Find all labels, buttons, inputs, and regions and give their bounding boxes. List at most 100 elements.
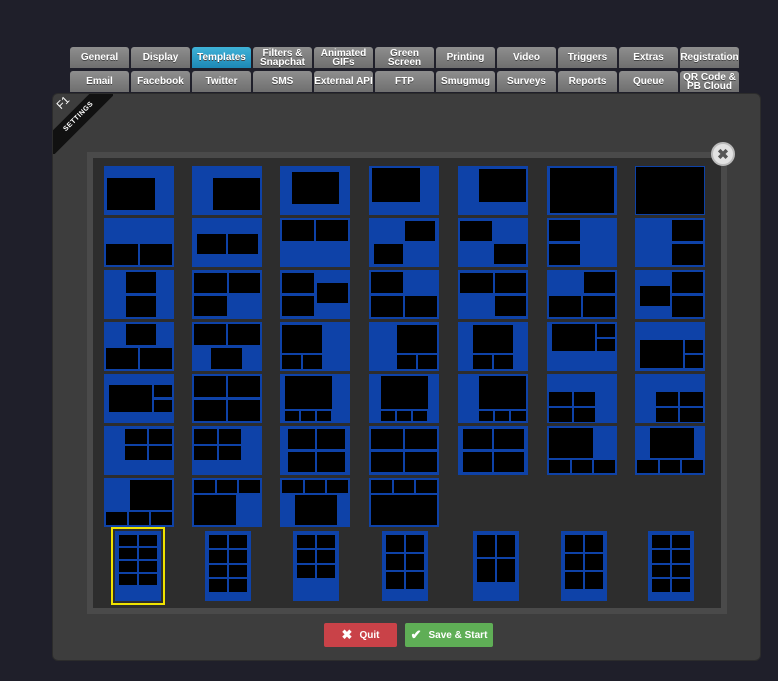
- template-photo-slot: [227, 322, 261, 347]
- tab-printing[interactable]: Printing: [436, 47, 495, 68]
- template-photo-slot: [596, 322, 616, 338]
- template-photo-slot: [302, 353, 324, 370]
- template-photo-slot: [472, 353, 493, 370]
- template-tile[interactable]: [192, 270, 262, 319]
- template-tile[interactable]: [369, 478, 439, 527]
- template-photo-slot: [118, 547, 138, 560]
- template-tile[interactable]: [104, 218, 174, 267]
- template-tile[interactable]: [458, 166, 528, 215]
- template-tile[interactable]: [473, 531, 519, 601]
- template-tile[interactable]: [280, 374, 350, 423]
- template-tile[interactable]: [192, 218, 262, 267]
- tab-surveys[interactable]: Surveys: [497, 71, 556, 92]
- tab-filters-snapchat[interactable]: Filters & Snapchat: [253, 47, 312, 68]
- template-tile[interactable]: [192, 322, 262, 371]
- template-tile[interactable]: [635, 270, 705, 319]
- template-tile[interactable]: [192, 426, 262, 475]
- template-tile[interactable]: [280, 218, 350, 267]
- template-tile[interactable]: [547, 426, 617, 475]
- template-tile[interactable]: [648, 531, 694, 601]
- tab-reports[interactable]: Reports: [558, 71, 617, 92]
- template-photo-slot: [395, 353, 417, 370]
- template-photo-slot: [287, 428, 317, 451]
- template-tile[interactable]: [280, 478, 350, 527]
- tab-green-screen[interactable]: Green Screen: [375, 47, 434, 68]
- tab-templates[interactable]: Templates: [192, 47, 251, 68]
- save-start-button-label: Save & Start: [428, 629, 488, 641]
- template-tile[interactable]: [293, 531, 339, 601]
- template-tile[interactable]: [635, 374, 705, 423]
- close-icon[interactable]: ✖: [711, 142, 735, 166]
- tab-extras[interactable]: Extras: [619, 47, 678, 68]
- tab-triggers[interactable]: Triggers: [558, 47, 617, 68]
- template-tile[interactable]: [104, 374, 174, 423]
- template-tile[interactable]: [192, 478, 262, 527]
- template-tile[interactable]: [369, 374, 439, 423]
- template-tile[interactable]: [104, 166, 174, 215]
- template-photo-slot: [106, 176, 157, 212]
- template-photo-slot: [596, 337, 616, 353]
- template-tile[interactable]: [458, 218, 528, 267]
- template-photo-slot: [671, 548, 691, 564]
- tab-sms[interactable]: SMS: [253, 71, 312, 92]
- template-photo-slot: [671, 534, 691, 549]
- template-tile[interactable]: [369, 166, 439, 215]
- tab-facebook[interactable]: Facebook: [131, 71, 190, 92]
- template-tile[interactable]: [635, 426, 705, 475]
- tab-display[interactable]: Display: [131, 47, 190, 68]
- template-tile[interactable]: [635, 322, 705, 371]
- tab-row-1: General Display Templates Filters & Snap…: [70, 47, 740, 68]
- template-photo-slot: [638, 339, 684, 369]
- tab-general[interactable]: General: [70, 47, 129, 68]
- template-tile[interactable]: [280, 270, 350, 319]
- tab-smugmug[interactable]: Smugmug: [436, 71, 495, 92]
- tab-twitter[interactable]: Twitter: [192, 71, 251, 92]
- template-photo-slot: [494, 272, 527, 295]
- template-tile[interactable]: [458, 426, 528, 475]
- tab-animated-gifs[interactable]: Animated GIFs: [314, 47, 373, 68]
- template-tile[interactable]: [104, 270, 174, 319]
- template-tile[interactable]: [369, 270, 439, 319]
- template-tile[interactable]: [205, 531, 251, 601]
- template-photo-slot: [411, 409, 429, 422]
- template-tile[interactable]: [458, 270, 528, 319]
- template-photo-slot: [370, 428, 404, 451]
- template-tile[interactable]: [635, 218, 705, 267]
- tab-email[interactable]: Email: [70, 71, 129, 92]
- quit-button[interactable]: ✖ Quit: [324, 623, 397, 647]
- template-tile[interactable]: [104, 322, 174, 371]
- template-tile[interactable]: [561, 531, 607, 601]
- save-start-button[interactable]: ✔ Save & Start: [405, 623, 493, 647]
- template-tile[interactable]: [635, 166, 705, 215]
- template-tile[interactable]: [192, 166, 262, 215]
- template-tile-selected[interactable]: [111, 527, 165, 605]
- template-tile[interactable]: [458, 322, 528, 371]
- template-tile[interactable]: [369, 322, 439, 371]
- template-tile[interactable]: [280, 166, 350, 215]
- template-photo-slot: [385, 571, 405, 590]
- template-tile[interactable]: [192, 374, 262, 423]
- tab-external-api[interactable]: External API: [314, 71, 373, 92]
- template-photo-slot: [153, 383, 173, 399]
- template-tile[interactable]: [104, 478, 174, 527]
- template-tile[interactable]: [280, 426, 350, 475]
- template-tile[interactable]: [382, 531, 428, 601]
- template-photo-slot: [138, 573, 158, 586]
- template-tile[interactable]: [280, 322, 350, 371]
- template-photo-slot: [296, 564, 316, 579]
- template-tile[interactable]: [547, 218, 617, 267]
- tab-video[interactable]: Video: [497, 47, 556, 68]
- template-tile[interactable]: [547, 166, 617, 215]
- template-tile[interactable]: [547, 374, 617, 423]
- tab-qr-code-pb-cloud[interactable]: QR Code & PB Cloud: [680, 71, 739, 92]
- template-tile[interactable]: [458, 374, 528, 423]
- template-tile[interactable]: [369, 218, 439, 267]
- tab-queue[interactable]: Queue: [619, 71, 678, 92]
- template-photo-slot: [636, 459, 659, 474]
- tab-registration[interactable]: Registration: [680, 47, 739, 68]
- tab-ftp[interactable]: FTP: [375, 71, 434, 92]
- template-tile[interactable]: [369, 426, 439, 475]
- template-tile[interactable]: [104, 426, 174, 475]
- template-tile[interactable]: [547, 270, 617, 319]
- template-tile[interactable]: [547, 322, 617, 371]
